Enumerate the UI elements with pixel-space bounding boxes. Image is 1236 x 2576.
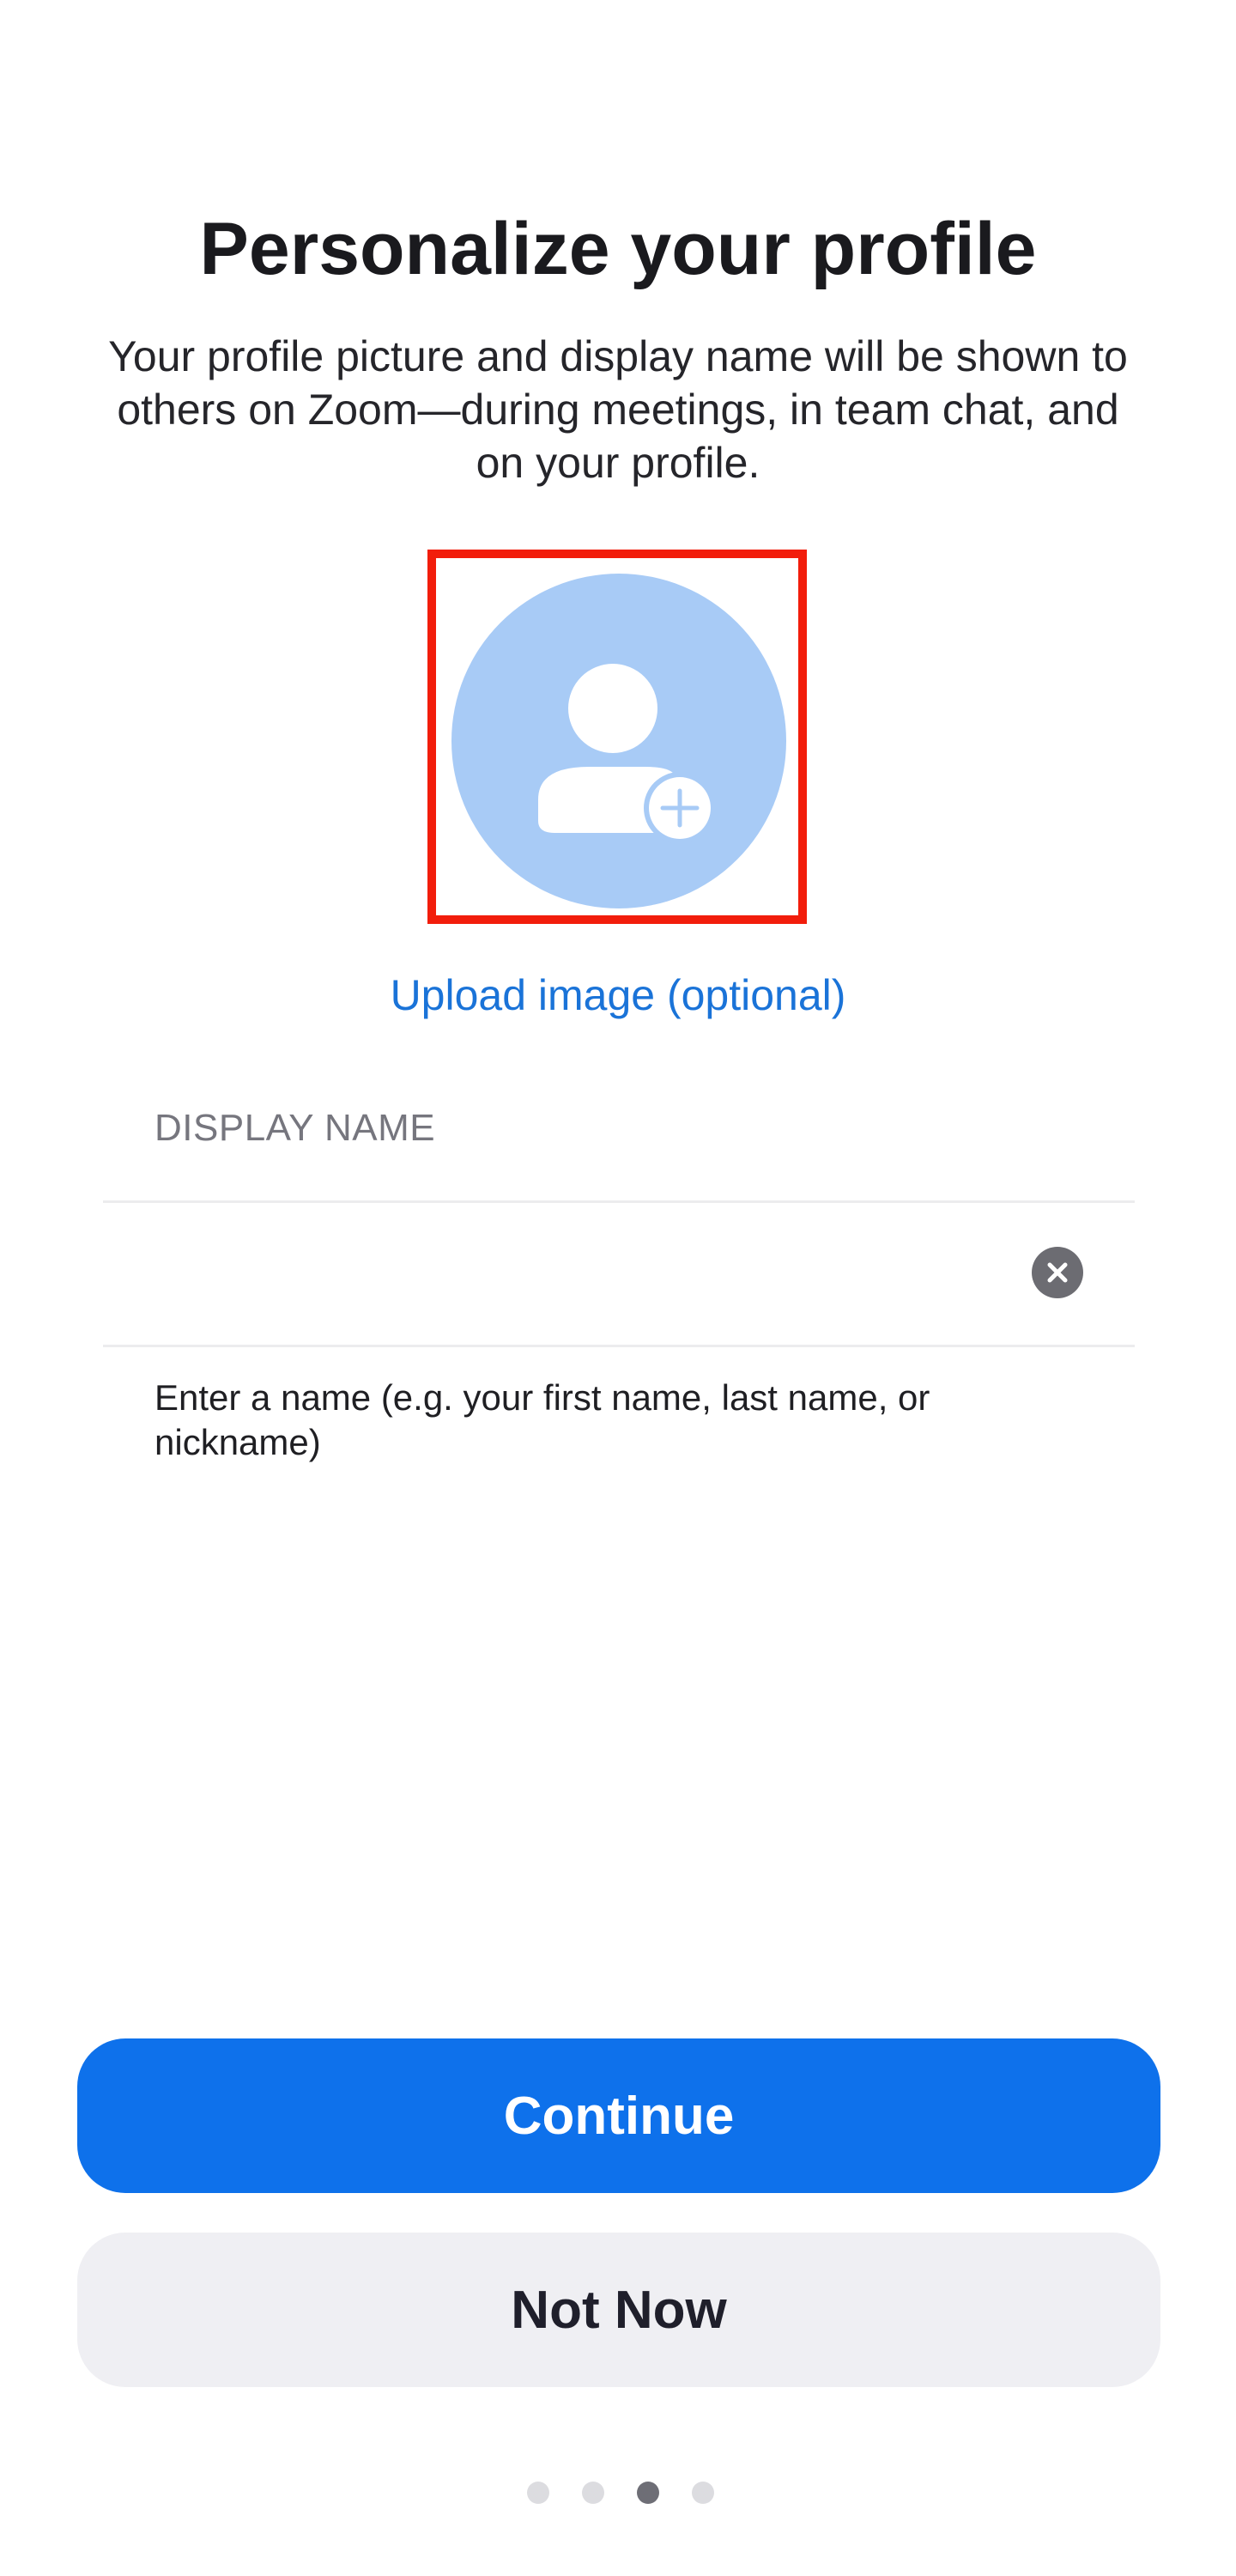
page-subtitle: Your profile picture and display name wi… [108, 332, 1128, 487]
clear-icon [1047, 1262, 1068, 1283]
page-title: Personalize your profile [199, 208, 1037, 290]
clear-input-button[interactable] [1032, 1247, 1083, 1298]
pagination-dots [0, 2482, 1236, 2504]
continue-button[interactable]: Continue [77, 2038, 1160, 2193]
display-name-input[interactable] [154, 1204, 1004, 1341]
page-dot-1 [527, 2482, 549, 2504]
not-now-button[interactable]: Not Now [77, 2233, 1160, 2387]
input-top-divider [103, 1200, 1135, 1203]
person-add-icon [538, 664, 716, 844]
page-dot-4 [692, 2482, 714, 2504]
profile-picture-button[interactable] [451, 574, 786, 908]
page-dot-2 [582, 2482, 604, 2504]
display-name-helper-text: Enter a name (e.g. your first name, last… [154, 1377, 930, 1462]
upload-image-link[interactable]: Upload image (optional) [0, 967, 1236, 1024]
page-dot-3-active [637, 2482, 659, 2504]
display-name-label: DISPLAY NAME [154, 1107, 436, 1149]
input-bottom-divider [103, 1345, 1135, 1347]
